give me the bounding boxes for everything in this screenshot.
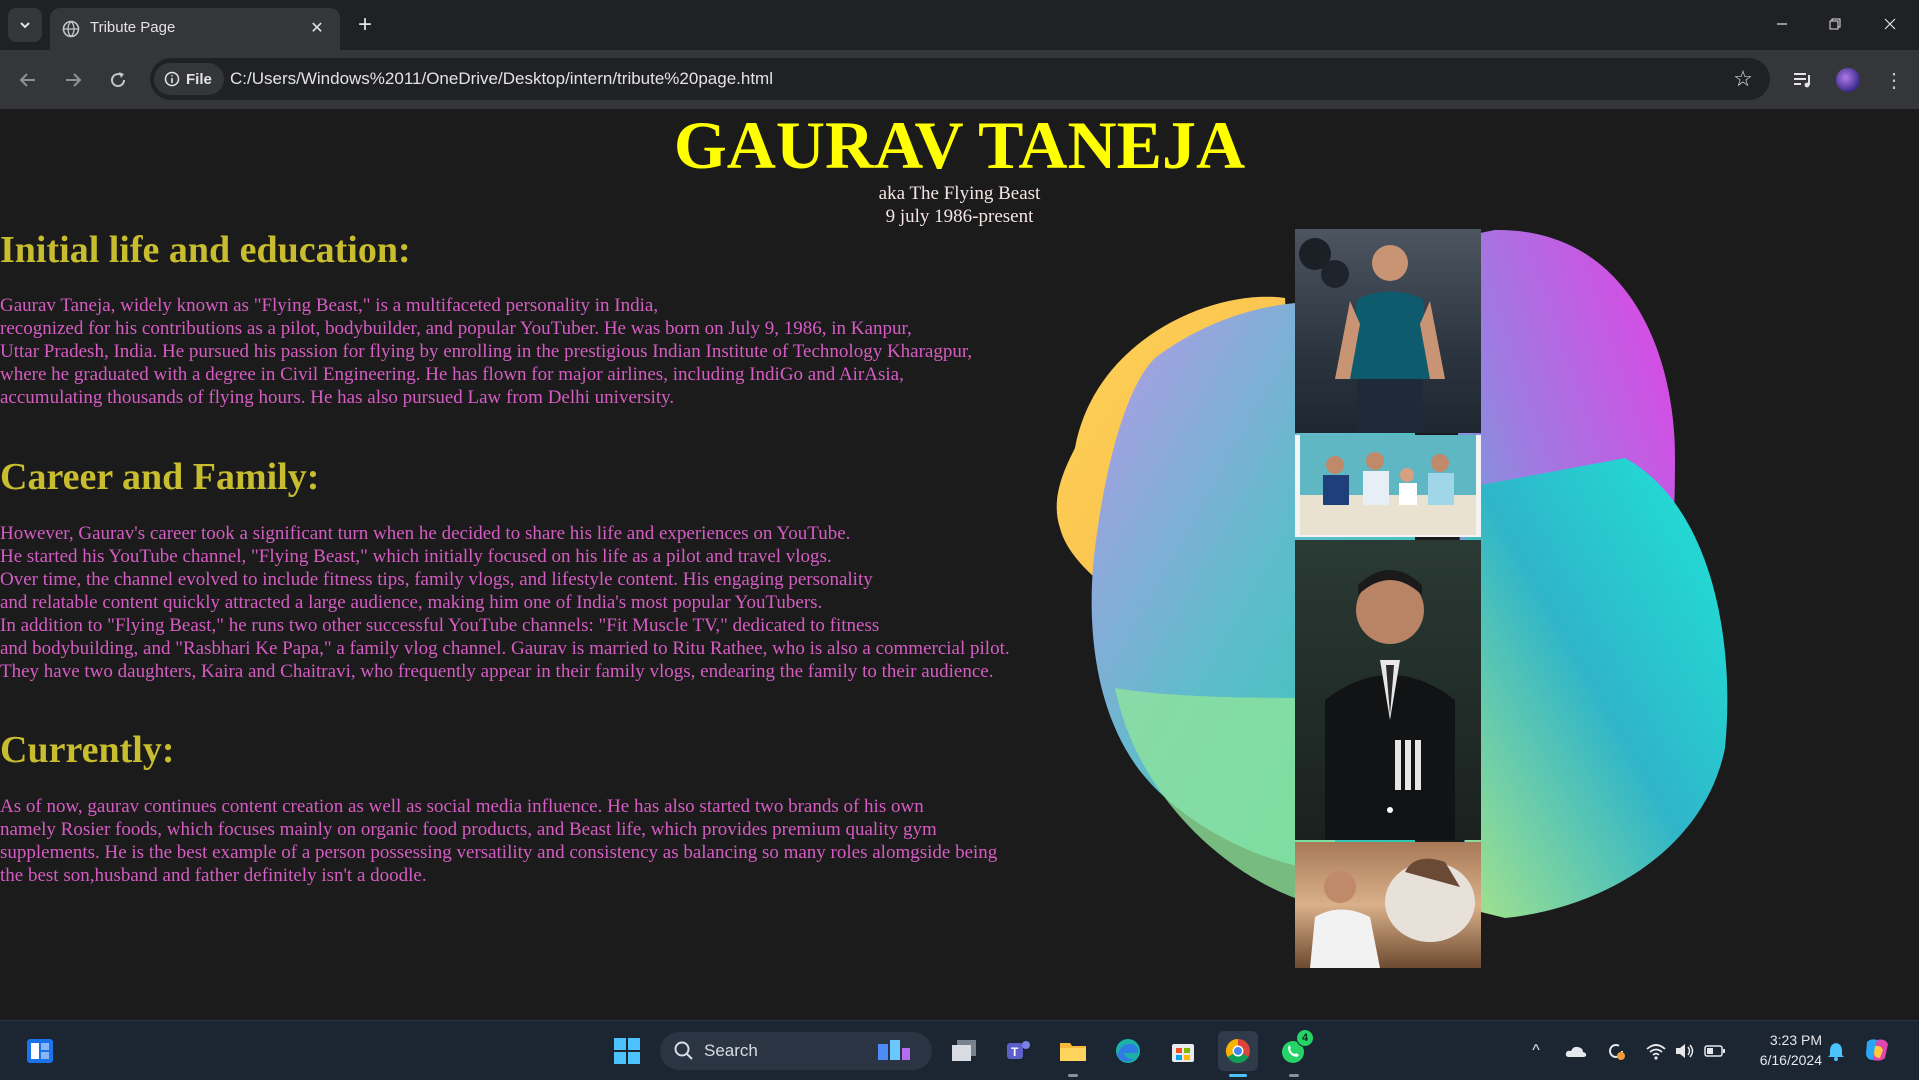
reload-button[interactable]	[100, 62, 136, 98]
start-windows-icon[interactable]	[607, 1031, 647, 1071]
man-in-gym-figure	[1299, 238, 1445, 433]
plus-icon: +	[357, 11, 372, 38]
widgets-glyph	[27, 1039, 53, 1063]
minimize-icon	[1777, 23, 1787, 25]
onedrive-cloud-icon[interactable]	[1564, 1039, 1588, 1063]
volume-icon[interactable]	[1673, 1039, 1697, 1063]
site-info-chip[interactable]: File	[154, 63, 224, 95]
chevron-up-icon[interactable]: ^	[1524, 1039, 1548, 1063]
kebab-menu-icon: ⋮	[1884, 69, 1904, 92]
family-photo	[1295, 435, 1481, 537]
subtitle-dates: 9 july 1986-present	[885, 206, 1034, 227]
browser-menu-button[interactable]: ⋮	[1876, 62, 1912, 98]
teams-glyph: T	[1007, 1041, 1030, 1059]
man-with-cow-figure	[1310, 858, 1475, 968]
window-close-button[interactable]	[1870, 8, 1910, 40]
sync-icon[interactable]	[1604, 1039, 1628, 1063]
browser-tab-strip: Tribute Page ✕ +	[0, 0, 1919, 50]
profile-avatar[interactable]	[1836, 68, 1860, 92]
page-subtitle: aka The Flying Beast 9 july 1986-present	[0, 182, 1919, 228]
site-chip-label: File	[186, 70, 212, 88]
browser-tab[interactable]: Tribute Page ✕	[50, 8, 340, 50]
teams-icon[interactable]: T	[998, 1031, 1038, 1071]
address-bar[interactable]: File C:/Users/Windows%2011/OneDrive/Desk…	[150, 58, 1770, 100]
pilot-portrait-photo	[1295, 540, 1481, 840]
running-indicator	[1289, 1074, 1299, 1077]
widgets-icon[interactable]	[20, 1031, 60, 1071]
windows-taskbar: Search T 4 ^ 3:23 PM 6/16/2024	[0, 1020, 1919, 1080]
search-highlight-icon	[878, 1040, 910, 1060]
back-button[interactable]	[10, 62, 46, 98]
tab-title: Tribute Page	[90, 19, 176, 36]
edge-icon[interactable]	[1108, 1031, 1148, 1071]
running-indicator	[1068, 1074, 1078, 1077]
clock-time: 3:23 PM	[1769, 1032, 1822, 1048]
file-explorer-icon[interactable]	[1053, 1031, 1093, 1077]
media-controls-button[interactable]	[1785, 62, 1821, 98]
page-title: GAURAV TANEJA	[673, 110, 1246, 183]
gym-photo	[1295, 229, 1481, 433]
cow-photo	[1295, 842, 1481, 968]
close-icon	[1884, 18, 1896, 30]
whatsapp-icon[interactable]: 4	[1274, 1029, 1314, 1077]
bookmark-star-icon[interactable]: ☆	[1730, 66, 1756, 92]
store-glyph	[1172, 1044, 1194, 1062]
section-text-initial-life: Gaurav Taneja, widely known as "Flying B…	[0, 295, 973, 408]
edge-glyph	[1116, 1039, 1140, 1063]
search-icon	[674, 1041, 693, 1060]
microsoft-store-icon[interactable]	[1163, 1031, 1203, 1071]
svg-text:T: T	[1011, 1045, 1019, 1059]
arrow-left-icon	[19, 73, 35, 87]
clock-date: 6/16/2024	[1759, 1052, 1822, 1068]
notification-badge: 4	[1296, 1029, 1314, 1047]
url-text[interactable]: C:/Users/Windows%2011/OneDrive/Desktop/i…	[230, 69, 773, 89]
copilot-icon[interactable]	[1862, 1035, 1892, 1065]
reload-icon	[111, 72, 126, 88]
minimize-button[interactable]	[1762, 8, 1802, 40]
chevron-down-icon	[20, 22, 30, 29]
restore-button[interactable]	[1815, 8, 1855, 40]
playlist-icon	[1794, 73, 1810, 88]
windows-logo-icon	[614, 1038, 640, 1064]
task-view-icon[interactable]	[944, 1031, 984, 1071]
chrome-glyph	[1225, 1039, 1250, 1064]
section-text-currently: As of now, gaurav continues content crea…	[0, 796, 998, 886]
chrome-icon[interactable]	[1218, 1031, 1258, 1077]
new-tab-button[interactable]: +	[350, 10, 380, 40]
tab-search-button[interactable]	[8, 8, 42, 42]
arrow-right-icon	[66, 73, 82, 87]
restore-icon	[1829, 18, 1841, 30]
folder-icon	[1060, 1043, 1086, 1061]
wifi-icon[interactable]	[1644, 1039, 1668, 1063]
taskbar-search-box[interactable]: Search	[660, 1032, 932, 1070]
section-heading-currently: Currently:	[0, 729, 175, 771]
section-text-career: However, Gaurav's career took a signific…	[0, 523, 1010, 682]
battery-icon[interactable]	[1703, 1039, 1727, 1063]
pilot-portrait-figure	[1325, 570, 1455, 840]
tab-close-icon[interactable]: ✕	[304, 15, 330, 41]
globe-icon	[62, 20, 80, 38]
notification-bell-icon[interactable]	[1824, 1039, 1848, 1063]
section-heading-initial-life: Initial life and education:	[0, 229, 411, 271]
running-indicator	[1229, 1074, 1247, 1077]
subtitle-alias: aka The Flying Beast	[878, 183, 1041, 204]
browser-toolbar: File C:/Users/Windows%2011/OneDrive/Desk…	[0, 50, 1919, 110]
system-clock[interactable]: 3:23 PM 6/16/2024	[1740, 1030, 1822, 1070]
page-content: GAURAV TANEJA aka The Flying Beast 9 jul…	[0, 110, 1919, 1020]
section-heading-career: Career and Family:	[0, 456, 320, 498]
taskbar-search-label: Search	[704, 1041, 758, 1060]
info-icon	[164, 71, 180, 87]
forward-button[interactable]	[55, 62, 91, 98]
family-group-figure	[1300, 435, 1476, 535]
task-view-glyph	[952, 1040, 976, 1061]
